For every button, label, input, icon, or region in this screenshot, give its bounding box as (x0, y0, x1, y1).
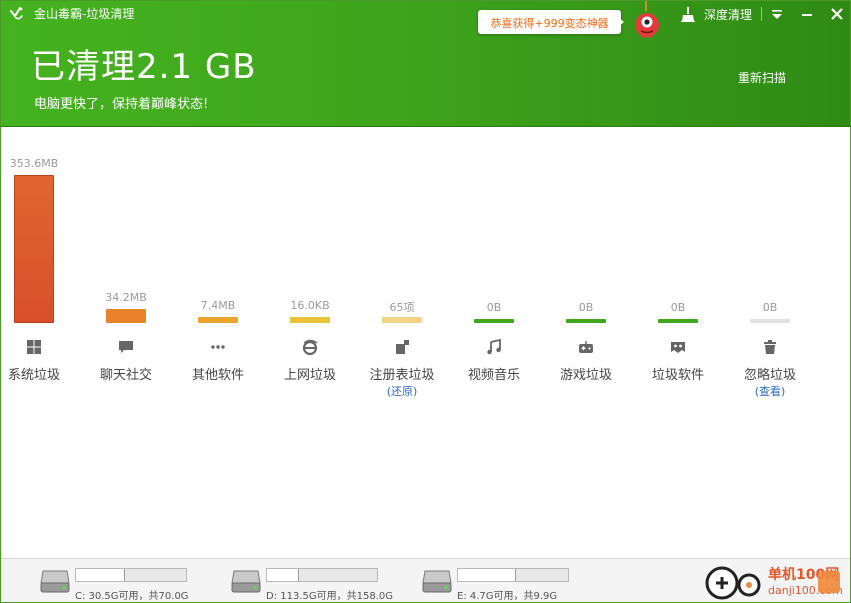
music-icon (486, 338, 502, 355)
status-subline: 电脑更快了，保持着巅峰状态! (34, 97, 209, 112)
app-window: 金山毒霸-垃圾清理 已清理2.1 GB 电脑更快了，保持着巅峰状态! 重新扫描 … (0, 0, 851, 603)
trash-icon (762, 339, 778, 355)
category-value: 7.4MB (200, 299, 236, 312)
dropdown-menu-icon (772, 10, 782, 19)
category-action-link[interactable]: (还原) (362, 383, 442, 399)
chat-icon (118, 339, 134, 355)
category-bar (474, 319, 514, 323)
category-bar (290, 317, 330, 323)
drive-free-fill (458, 569, 516, 581)
category-bar (750, 319, 790, 323)
category-label: 游戏垃圾 (559, 368, 612, 383)
category-bar (382, 317, 422, 323)
close-button[interactable] (827, 4, 847, 24)
watermark-badge (818, 571, 840, 593)
junk-software-icon (670, 339, 686, 355)
drive-usage-bar (75, 568, 187, 582)
minimize-icon (802, 14, 812, 16)
drive-usage-bar (457, 568, 569, 582)
cleanup-category-chart: 353.6MB 系统垃圾 34.2MB 聊天社交 7.4MB 其他软件 16.0KB 上网垃圾… (1, 127, 850, 427)
drive-space-text: E: 4.7G可用，共9.9G (457, 591, 558, 602)
ie-icon (302, 339, 318, 356)
hard-drive-icon (231, 570, 261, 593)
close-icon (831, 8, 843, 20)
deep-clean-label: 深度清理 (704, 8, 753, 22)
hard-drive-icon (40, 570, 70, 593)
promo-arrow (618, 17, 624, 27)
category-value: 0B (578, 301, 594, 314)
category-label: 其他软件 (191, 368, 244, 383)
drive-free-fill (267, 569, 299, 581)
gamepad-icon (578, 339, 594, 355)
category-label: 忽略垃圾 (743, 368, 796, 383)
rescan-link[interactable]: 重新扫描 (738, 69, 786, 86)
window-title: 金山毒霸-垃圾清理 (34, 7, 135, 21)
hard-drive-icon (422, 570, 452, 593)
watermark-logo-icon (705, 566, 761, 600)
promo-text: 恭喜获得+999变态神器 (490, 17, 609, 30)
category-bar (198, 317, 238, 323)
category-value: 65项 (389, 301, 415, 314)
drive-usage-bar (266, 568, 378, 582)
minimize-button[interactable] (797, 4, 817, 24)
category-label: 垃圾软件 (651, 368, 704, 383)
category-action-link[interactable]: (查看) (730, 383, 810, 399)
category-bar (106, 309, 146, 323)
category-label: 聊天社交 (99, 368, 152, 383)
promo-bubble[interactable]: 恭喜获得+999变态神器 (478, 10, 621, 34)
category-label: 系统垃圾 (7, 368, 60, 383)
broom-icon (681, 7, 695, 22)
drive-c[interactable]: C: 30.5G可用，共70.0G (39, 559, 209, 602)
category-label: 视频音乐 (467, 368, 520, 383)
registry-icon (394, 339, 410, 355)
category-bar (14, 175, 54, 323)
cleaned-headline: 已清理2.1 GB (31, 47, 257, 87)
category-value: 0B (670, 301, 686, 314)
mascot-icon[interactable] (632, 9, 662, 39)
category-bar (658, 319, 698, 323)
category-value: 16.0KB (290, 299, 330, 312)
category-value: 34.2MB (105, 291, 147, 304)
category-bar (566, 319, 606, 323)
drive-space-text: D: 113.5G可用，共158.0G (266, 591, 394, 602)
drive-d[interactable]: D: 113.5G可用，共158.0G (230, 559, 400, 602)
category-label: 上网垃圾 (283, 368, 336, 383)
drive-free-fill (76, 569, 125, 581)
menu-button[interactable] (767, 4, 787, 24)
category-value: 0B (486, 301, 502, 314)
duba-logo-icon (10, 7, 23, 20)
drive-e[interactable]: E: 4.7G可用，共9.9G (421, 559, 591, 602)
category-value: 353.6MB (9, 157, 59, 170)
category-value: 0B (762, 301, 778, 314)
result-header: 金山毒霸-垃圾清理 已清理2.1 GB 电脑更快了，保持着巅峰状态! 重新扫描 … (1, 1, 850, 127)
category-label: 注册表垃圾 (369, 368, 435, 383)
more-icon (210, 339, 226, 355)
drive-space-text: C: 30.5G可用，共70.0G (75, 591, 189, 602)
windows-icon (26, 339, 42, 355)
toolbar-separator (761, 7, 762, 21)
